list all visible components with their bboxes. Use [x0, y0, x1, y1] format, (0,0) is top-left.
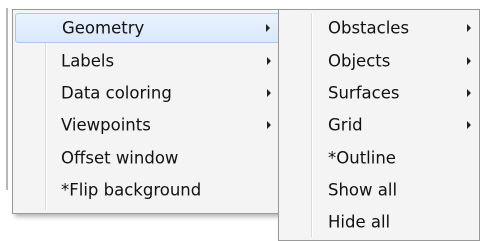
menu-item-label: *Flip background — [61, 180, 202, 200]
context-menu: Geometry Labels Data coloring Viewpoints… — [12, 9, 289, 214]
menu-item-label: Hide all — [328, 212, 391, 232]
submenu-arrow-icon — [267, 57, 271, 65]
menu-item-label: Show all — [328, 180, 398, 200]
submenu-item-surfaces[interactable]: Surfaces — [281, 78, 477, 108]
submenu-arrow-icon — [467, 121, 471, 129]
submenu-item-outline[interactable]: *Outline — [281, 143, 477, 173]
submenu-item-hide-all[interactable]: Hide all — [281, 207, 477, 237]
submenu-arrow-icon — [467, 57, 471, 65]
submenu-arrow-icon — [267, 121, 271, 129]
menu-item-labels[interactable]: Labels — [15, 46, 286, 76]
menu-item-label: Grid — [328, 115, 363, 135]
menu-item-offset-window[interactable]: Offset window — [15, 143, 286, 173]
menu-item-label: Objects — [328, 51, 391, 71]
submenu-arrow-icon — [267, 89, 271, 97]
menu-item-label: Viewpoints — [61, 115, 151, 135]
menu-item-viewpoints[interactable]: Viewpoints — [15, 110, 286, 140]
submenu-item-grid[interactable]: Grid — [281, 110, 477, 140]
menu-item-label: Data coloring — [61, 83, 172, 103]
submenu-item-objects[interactable]: Objects — [281, 46, 477, 76]
menu-item-label: Surfaces — [328, 83, 400, 103]
submenu-arrow-icon — [266, 24, 270, 32]
menu-item-data-coloring[interactable]: Data coloring — [15, 78, 286, 108]
submenu-arrow-icon — [467, 89, 471, 97]
submenu-arrow-icon — [467, 24, 471, 32]
menu-item-label: Geometry — [62, 18, 145, 38]
menu-item-label: Labels — [61, 51, 115, 71]
menu-item-geometry[interactable]: Geometry — [15, 13, 286, 43]
menu-item-label: Obstacles — [328, 18, 410, 38]
menu-item-label: *Outline — [328, 148, 396, 168]
background-window-edge — [6, 8, 8, 190]
geometry-submenu: Obstacles Objects Surfaces Grid *Outline… — [278, 9, 480, 241]
menu-item-label: Offset window — [61, 148, 179, 168]
submenu-item-show-all[interactable]: Show all — [281, 175, 477, 205]
submenu-item-obstacles[interactable]: Obstacles — [281, 13, 477, 43]
menu-item-flip-background[interactable]: *Flip background — [15, 175, 286, 205]
